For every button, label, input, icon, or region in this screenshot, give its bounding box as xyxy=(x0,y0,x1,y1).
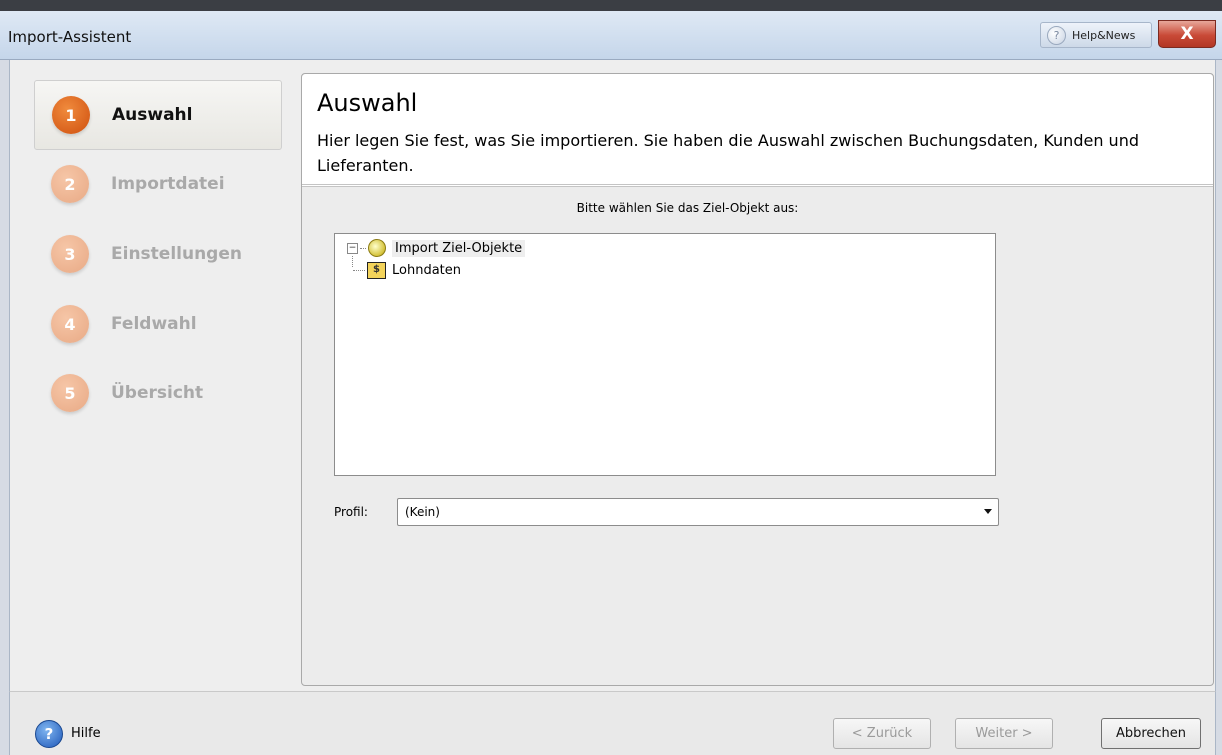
cancel-button[interactable]: Abbrechen xyxy=(1101,718,1201,749)
step-einstellungen[interactable]: 3 Einstellungen xyxy=(34,220,280,288)
help-news-icon: ? xyxy=(1047,25,1066,45)
content-header: Auswahl Hier legen Sie fest, was Sie imp… xyxy=(302,74,1213,187)
step-label-einstellungen: Einstellungen xyxy=(111,244,242,264)
step-number-1: 1 xyxy=(52,96,90,134)
profile-label: Profil: xyxy=(334,505,368,519)
tree-root-item[interactable]: − Import Ziel-Objekte xyxy=(347,239,526,257)
select-prompt: Bitte wählen Sie das Ziel-Objekt aus: xyxy=(576,201,799,215)
footer-bar: ? Hilfe < Zurück Weiter > Abbrechen xyxy=(9,691,1216,755)
step-auswahl[interactable]: 1 Auswahl xyxy=(34,80,282,150)
profile-value: (Kein) xyxy=(405,505,440,519)
page-title: Auswahl xyxy=(317,89,418,117)
wizard-window: 1 Auswahl 2 Importdatei 3 Einstellungen … xyxy=(9,60,1216,691)
tree-item-label: Lohndaten xyxy=(392,263,461,278)
dropdown-arrow-icon xyxy=(984,509,992,514)
collapse-icon[interactable]: − xyxy=(347,242,358,254)
target-object-tree[interactable]: − Import Ziel-Objekte $ Lohndaten xyxy=(334,233,996,476)
step-feldwahl[interactable]: 4 Feldwahl xyxy=(34,290,280,358)
step-number-2: 2 xyxy=(51,165,89,203)
window-title: Import-Assistent xyxy=(8,28,132,46)
payroll-icon: $ xyxy=(367,262,386,279)
step-label-importdatei: Importdatei xyxy=(111,174,225,194)
page-description: Hier legen Sie fest, was Sie importieren… xyxy=(317,131,1139,175)
profile-select[interactable]: (Kein) xyxy=(397,498,999,526)
back-button[interactable]: < Zurück xyxy=(833,718,931,749)
title-bar: Import-Assistent ? Help&News X xyxy=(0,11,1222,60)
step-label-feldwahl: Feldwahl xyxy=(111,314,197,334)
step-label-uebersicht: Übersicht xyxy=(111,383,204,403)
step-importdatei[interactable]: 2 Importdatei xyxy=(34,150,280,218)
next-button[interactable]: Weiter > xyxy=(955,718,1053,749)
step-number-3: 3 xyxy=(51,235,89,273)
step-number-5: 5 xyxy=(51,374,89,412)
help-news-button[interactable]: ? Help&News xyxy=(1040,22,1152,48)
step-number-4: 4 xyxy=(51,305,89,343)
help-news-label: Help&News xyxy=(1072,28,1136,42)
folder-globe-icon xyxy=(368,239,386,257)
step-label-auswahl: Auswahl xyxy=(112,105,193,125)
tree-connector xyxy=(353,270,365,271)
background-strip xyxy=(0,0,1222,11)
tree-connector xyxy=(360,247,366,249)
content-panel: Auswahl Hier legen Sie fest, was Sie imp… xyxy=(301,73,1214,686)
step-uebersicht[interactable]: 5 Übersicht xyxy=(34,359,280,427)
help-icon[interactable]: ? xyxy=(35,720,63,748)
tree-root-label: Import Ziel-Objekte xyxy=(392,239,526,257)
help-link[interactable]: Hilfe xyxy=(71,726,101,741)
close-button[interactable]: X xyxy=(1158,20,1216,48)
tree-item-lohndaten[interactable]: $ Lohndaten xyxy=(353,262,461,279)
